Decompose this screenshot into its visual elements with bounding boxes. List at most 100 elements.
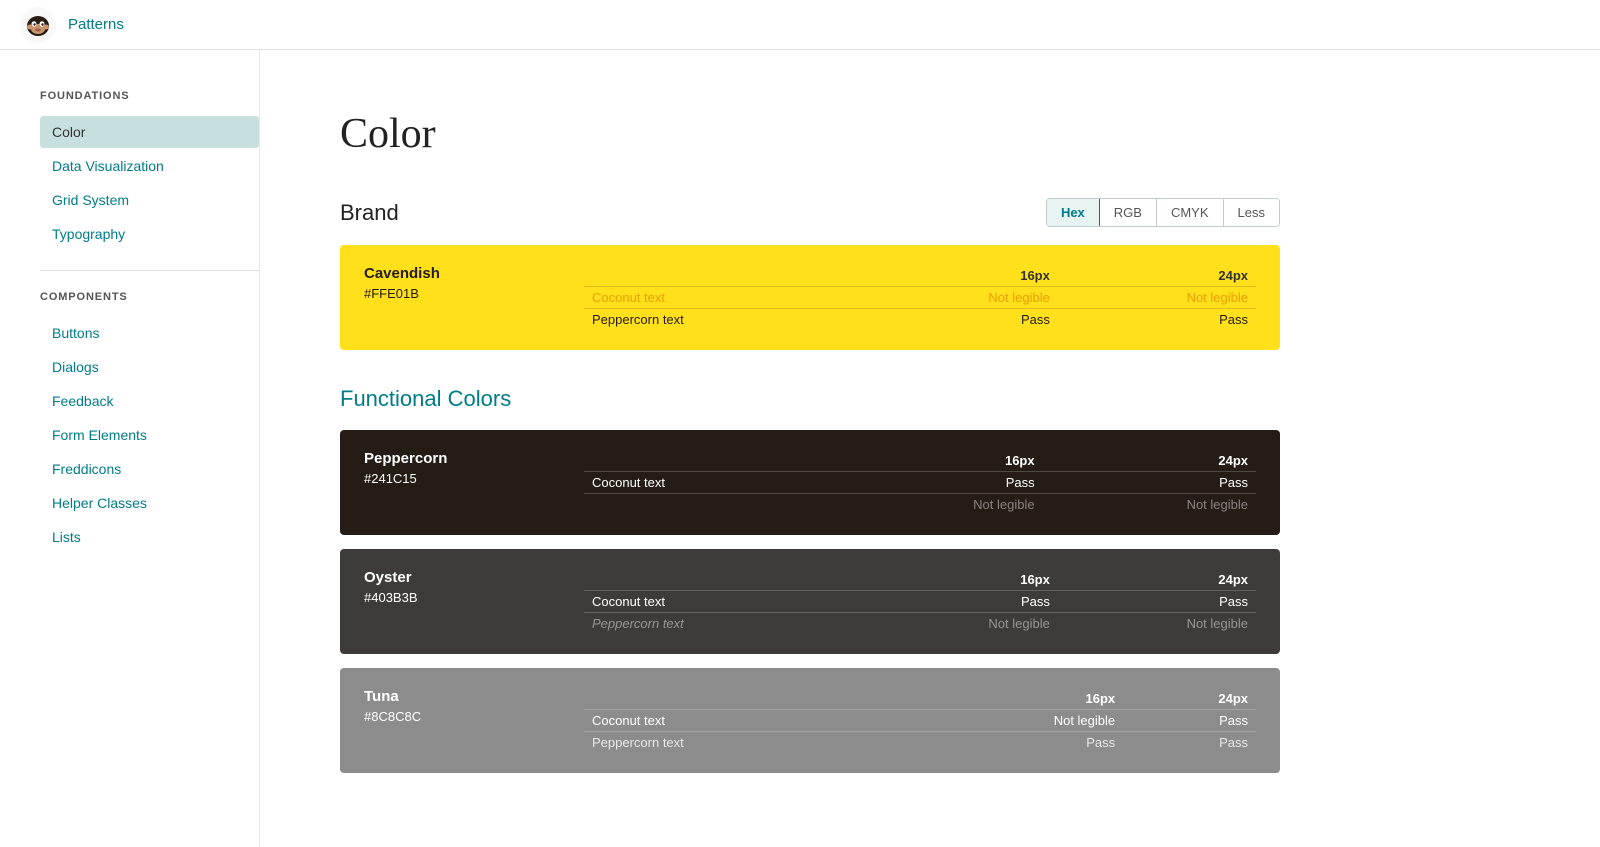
table-cell bbox=[584, 494, 829, 516]
table-cell: Coconut text bbox=[584, 472, 829, 494]
color-info-tuna: Tuna #8C8C8C bbox=[364, 688, 584, 724]
table-row: Peppercorn text Pass Pass bbox=[584, 309, 1256, 331]
table-cell: 16px bbox=[898, 688, 1123, 710]
color-card-oyster: Oyster #403B3B 16px 24px Coconut text Pa… bbox=[340, 549, 1280, 654]
table-cell: Not legible bbox=[1058, 287, 1256, 309]
table-row: Peppercorn text Not legible Not legible bbox=[584, 613, 1256, 635]
table-cell: Pass bbox=[898, 732, 1123, 754]
sidebar: FOUNDATIONS Color Data Visualization Gri… bbox=[0, 50, 260, 847]
table-row: Coconut text Not legible Not legible bbox=[584, 287, 1256, 309]
oyster-table: 16px 24px Coconut text Pass Pass Pepperc… bbox=[584, 569, 1256, 634]
table-cell: Pass bbox=[829, 472, 1042, 494]
page-title: Color bbox=[340, 110, 1280, 158]
table-cell: 16px bbox=[860, 265, 1058, 287]
peppercorn-hex: #241C15 bbox=[364, 471, 584, 486]
oyster-hex: #403B3B bbox=[364, 590, 584, 605]
header-brand-link[interactable]: Patterns bbox=[68, 16, 124, 33]
sidebar-item-helper-classes[interactable]: Helper Classes bbox=[40, 487, 259, 519]
page-layout: FOUNDATIONS Color Data Visualization Gri… bbox=[0, 50, 1600, 847]
table-cell: Not legible bbox=[860, 287, 1058, 309]
sidebar-item-lists[interactable]: Lists bbox=[40, 521, 259, 553]
color-info-oyster: Oyster #403B3B bbox=[364, 569, 584, 605]
mailchimp-logo bbox=[20, 7, 56, 43]
sidebar-item-feedback[interactable]: Feedback bbox=[40, 385, 259, 417]
table-cell: Pass bbox=[860, 309, 1058, 331]
table-cell: 24px bbox=[1043, 450, 1256, 472]
format-btn-rgb[interactable]: RGB bbox=[1100, 199, 1157, 226]
sidebar-item-color[interactable]: Color bbox=[40, 116, 259, 148]
table-cell: 24px bbox=[1123, 688, 1256, 710]
table-cell: Not legible bbox=[1058, 613, 1256, 635]
table-cell: Coconut text bbox=[584, 591, 860, 613]
sidebar-item-freddicons[interactable]: Freddicons bbox=[40, 453, 259, 485]
components-section-label: COMPONENTS bbox=[40, 291, 259, 303]
color-card-peppercorn: Peppercorn #241C15 16px 24px Coconut tex… bbox=[340, 430, 1280, 535]
brand-section-header: Brand Hex RGB CMYK Less bbox=[340, 198, 1280, 227]
table-cell: Pass bbox=[1123, 710, 1256, 732]
table-cell bbox=[584, 265, 860, 287]
table-row: 16px 24px bbox=[584, 569, 1256, 591]
header: Patterns bbox=[0, 0, 1600, 50]
format-btn-cmyk[interactable]: CMYK bbox=[1157, 199, 1224, 226]
table-cell: Peppercorn text bbox=[584, 732, 898, 754]
cavendish-hex: #FFE01B bbox=[364, 286, 584, 301]
table-cell: Not legible bbox=[860, 613, 1058, 635]
table-cell: Not legible bbox=[1043, 494, 1256, 516]
sidebar-item-typography[interactable]: Typography bbox=[40, 218, 259, 250]
table-cell: Peppercorn text bbox=[584, 309, 860, 331]
table-row: 16px 24px bbox=[584, 450, 1256, 472]
table-cell bbox=[584, 688, 898, 710]
table-cell: Pass bbox=[1123, 732, 1256, 754]
cavendish-name: Cavendish bbox=[364, 265, 584, 282]
color-info-peppercorn: Peppercorn #241C15 bbox=[364, 450, 584, 486]
format-switcher: Hex RGB CMYK Less bbox=[1046, 198, 1280, 227]
brand-section-title: Brand bbox=[340, 200, 399, 226]
table-row: 16px 24px bbox=[584, 265, 1256, 287]
sidebar-item-data-visualization[interactable]: Data Visualization bbox=[40, 150, 259, 182]
color-info-cavendish: Cavendish #FFE01B bbox=[364, 265, 584, 301]
peppercorn-name: Peppercorn bbox=[364, 450, 584, 467]
table-cell: Coconut text bbox=[584, 287, 860, 309]
table-cell: Not legible bbox=[829, 494, 1042, 516]
table-cell: Coconut text bbox=[584, 710, 898, 732]
sidebar-divider bbox=[40, 270, 259, 271]
table-cell: Pass bbox=[1043, 472, 1256, 494]
table-row: Peppercorn text Pass Pass bbox=[584, 732, 1256, 754]
main-content: Color Brand Hex RGB CMYK Less Cavendish … bbox=[260, 50, 1360, 847]
table-cell: 16px bbox=[829, 450, 1042, 472]
table-cell: Peppercorn text bbox=[584, 613, 860, 635]
oyster-table-wrap: 16px 24px Coconut text Pass Pass Pepperc… bbox=[584, 569, 1256, 634]
functional-section-title: Functional Colors bbox=[340, 386, 511, 412]
table-row: Not legible Not legible bbox=[584, 494, 1256, 516]
table-row: Coconut text Pass Pass bbox=[584, 472, 1256, 494]
sidebar-item-form-elements[interactable]: Form Elements bbox=[40, 419, 259, 451]
table-cell: 16px bbox=[860, 569, 1058, 591]
table-row: Coconut text Pass Pass bbox=[584, 591, 1256, 613]
sidebar-item-dialogs[interactable]: Dialogs bbox=[40, 351, 259, 383]
oyster-name: Oyster bbox=[364, 569, 584, 586]
sidebar-item-grid-system[interactable]: Grid System bbox=[40, 184, 259, 216]
peppercorn-table-wrap: 16px 24px Coconut text Pass Pass Not leg… bbox=[584, 450, 1256, 515]
format-btn-less[interactable]: Less bbox=[1224, 199, 1279, 226]
table-cell: Pass bbox=[860, 591, 1058, 613]
table-row: Coconut text Not legible Pass bbox=[584, 710, 1256, 732]
cavendish-table: 16px 24px Coconut text Not legible Not l… bbox=[584, 265, 1256, 330]
table-cell: Pass bbox=[1058, 309, 1256, 331]
tuna-table-wrap: 16px 24px Coconut text Not legible Pass … bbox=[584, 688, 1256, 753]
table-cell: Not legible bbox=[898, 710, 1123, 732]
table-row: 16px 24px bbox=[584, 688, 1256, 710]
table-cell bbox=[584, 569, 860, 591]
table-cell bbox=[584, 450, 829, 472]
table-cell: 24px bbox=[1058, 265, 1256, 287]
color-card-cavendish: Cavendish #FFE01B 16px 24px Coconut text… bbox=[340, 245, 1280, 350]
tuna-table: 16px 24px Coconut text Not legible Pass … bbox=[584, 688, 1256, 753]
functional-section-header: Functional Colors bbox=[340, 386, 1280, 412]
tuna-hex: #8C8C8C bbox=[364, 709, 584, 724]
tuna-name: Tuna bbox=[364, 688, 584, 705]
color-card-tuna: Tuna #8C8C8C 16px 24px Coconut text Not … bbox=[340, 668, 1280, 773]
foundations-section-label: FOUNDATIONS bbox=[40, 90, 259, 102]
table-cell: 24px bbox=[1058, 569, 1256, 591]
table-cell: Pass bbox=[1058, 591, 1256, 613]
sidebar-item-buttons[interactable]: Buttons bbox=[40, 317, 259, 349]
format-btn-hex[interactable]: Hex bbox=[1047, 199, 1100, 226]
